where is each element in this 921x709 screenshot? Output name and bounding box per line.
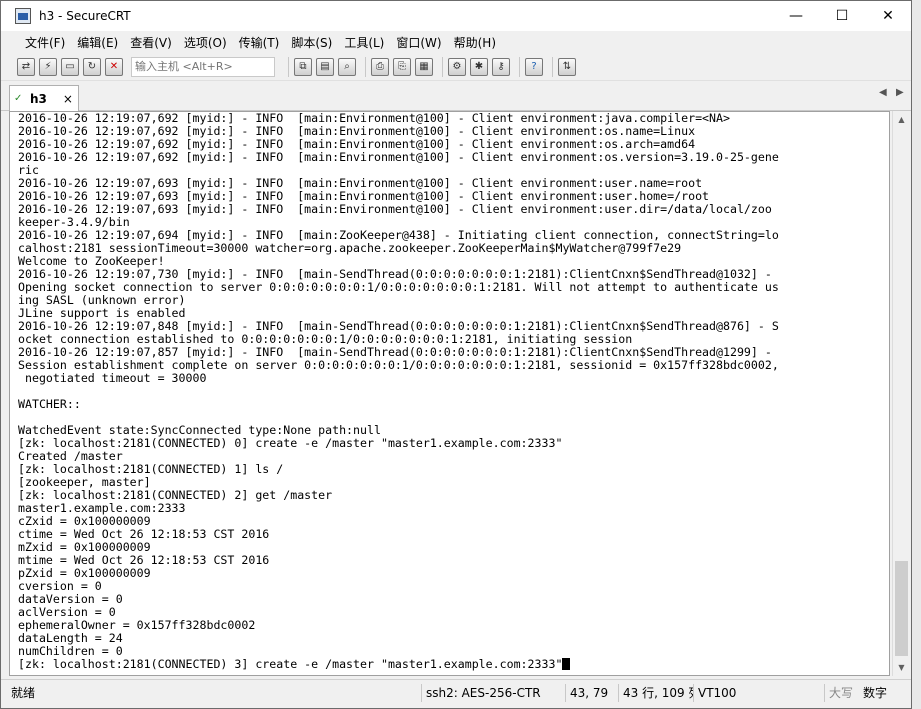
securecrt-window: h3 - SecureCRT — ☐ ✕ 文件(F) 编辑(E) 查看(V) 选… [0, 0, 912, 709]
keymap-icon[interactable]: ⚷ [492, 57, 510, 76]
status-ready: 就绪 [11, 685, 36, 700]
close-button[interactable]: ✕ [865, 1, 911, 31]
status-caps-lock: 大写 [829, 685, 854, 700]
print-setup-icon[interactable]: ▦ [415, 57, 433, 76]
terminal-line: ephemeralOwner = 0x157ff328bdc0002 [18, 618, 256, 632]
status-protocol: ssh2: AES-256-CTR [426, 685, 541, 700]
quick-connect-icon[interactable]: ⚡ [39, 57, 57, 76]
toolbar-divider [288, 56, 289, 77]
terminal-line: [zk: localhost:2181(CONNECTED) 0] create… [18, 436, 563, 450]
terminal-line: pZxid = 0x100000009 [18, 566, 151, 580]
terminal-output: 2016-10-26 12:19:07,692 [myid:] - INFO [… [18, 112, 779, 671]
toolbar-divider [442, 56, 443, 77]
scrollbar-thumb[interactable] [895, 561, 908, 656]
session-tab-bar: ✓ h3 × ◀ ▶ [1, 81, 911, 111]
prompt-text: [zk: localhost:2181(CONNECTED) 3] create… [18, 657, 563, 671]
connect-tab-icon[interactable]: ▭ [61, 57, 79, 76]
menu-file[interactable]: 文件(F) [19, 34, 71, 51]
find-icon[interactable]: ⌕ [338, 57, 356, 76]
menu-edit[interactable]: 编辑(E) [71, 34, 124, 51]
scroll-down-arrow-icon[interactable]: ▼ [893, 659, 910, 676]
sftp-icon[interactable]: ⇅ [558, 57, 576, 76]
scroll-up-arrow-icon[interactable]: ▲ [893, 111, 910, 128]
tab-scroll-left-icon[interactable]: ◀ [879, 87, 887, 98]
background-window-strip [912, 0, 921, 709]
window-title: h3 - SecureCRT [39, 9, 131, 23]
status-num-lock: 数字 [863, 685, 888, 700]
terminal-line: negotiated timeout = 30000 [18, 371, 207, 385]
menu-script[interactable]: 脚本(S) [285, 34, 338, 51]
status-terminal-size: 43 行, 109 列 [623, 685, 693, 700]
host-input[interactable] [131, 56, 275, 77]
terminal-screen[interactable]: 2016-10-26 12:19:07,692 [myid:] - INFO [… [9, 111, 890, 676]
terminal-line: 2016-10-26 12:19:07,692 [myid:] - INFO [… [18, 150, 779, 164]
menu-help[interactable]: 帮助(H) [448, 34, 502, 51]
terminal-line: cversion = 0 [18, 579, 102, 593]
help-icon[interactable]: ? [525, 57, 543, 76]
text-cursor [562, 658, 571, 670]
menu-bar: 文件(F) 编辑(E) 查看(V) 选项(O) 传输(T) 脚本(S) 工具(L… [1, 31, 911, 53]
copy-icon[interactable]: ⧉ [294, 57, 312, 76]
print-icon[interactable]: ⎙ [371, 57, 389, 76]
tab-scroll-right-icon[interactable]: ▶ [896, 87, 904, 98]
terminal-line: dataLength = 24 [18, 631, 123, 645]
paste-icon[interactable]: ▤ [316, 57, 334, 76]
menu-view[interactable]: 查看(V) [124, 34, 178, 51]
menu-transfer[interactable]: 传输(T) [233, 34, 286, 51]
title-bar[interactable]: h3 - SecureCRT — ☐ ✕ [1, 1, 911, 31]
connect-icon[interactable]: ⇄ [17, 57, 35, 76]
window-controls: — ☐ ✕ [773, 1, 911, 31]
toolbar: ⇄ ⚡ ▭ ↻ ✕ ⧉ ▤ ⌕ ⎙ ⎘ ▦ ⚙ ✱ ⚷ ? ⇅ [1, 53, 911, 81]
connected-status-icon: ✓ [14, 92, 23, 104]
session-options-icon[interactable]: ⚙ [448, 57, 466, 76]
terminal-line: 2016-10-26 12:19:07,693 [myid:] - INFO [… [18, 202, 772, 216]
menu-options[interactable]: 选项(O) [178, 34, 233, 51]
global-options-icon[interactable]: ✱ [470, 57, 488, 76]
terminal-line: WATCHER:: [18, 397, 81, 411]
print-selection-icon[interactable]: ⎘ [393, 57, 411, 76]
toolbar-divider [519, 56, 520, 77]
toolbar-divider [552, 56, 553, 77]
maximize-button[interactable]: ☐ [819, 1, 865, 31]
terminal-prompt-line[interactable]: [zk: localhost:2181(CONNECTED) 3] create… [18, 658, 779, 671]
securecrt-app-icon[interactable] [15, 8, 31, 24]
menu-window[interactable]: 窗口(W) [390, 34, 447, 51]
disconnect-icon[interactable]: ✕ [105, 57, 123, 76]
status-cursor-position: 43, 79 [570, 685, 609, 700]
vertical-scrollbar[interactable]: ▲ ▼ [892, 111, 909, 676]
tab-h3[interactable]: ✓ h3 × [9, 85, 79, 111]
tab-close-icon[interactable]: × [63, 92, 73, 106]
minimize-button[interactable]: — [773, 1, 819, 31]
status-bar: 就绪 ssh2: AES-256-CTR 43, 79 43 行, 109 列 … [1, 679, 911, 705]
toolbar-divider [365, 56, 366, 77]
terminal-line: dataVersion = 0 [18, 592, 123, 606]
menu-tools[interactable]: 工具(L) [338, 34, 390, 51]
reconnect-icon[interactable]: ↻ [83, 57, 101, 76]
status-emulation: VT100 [698, 685, 737, 700]
tab-label: h3 [30, 91, 47, 106]
